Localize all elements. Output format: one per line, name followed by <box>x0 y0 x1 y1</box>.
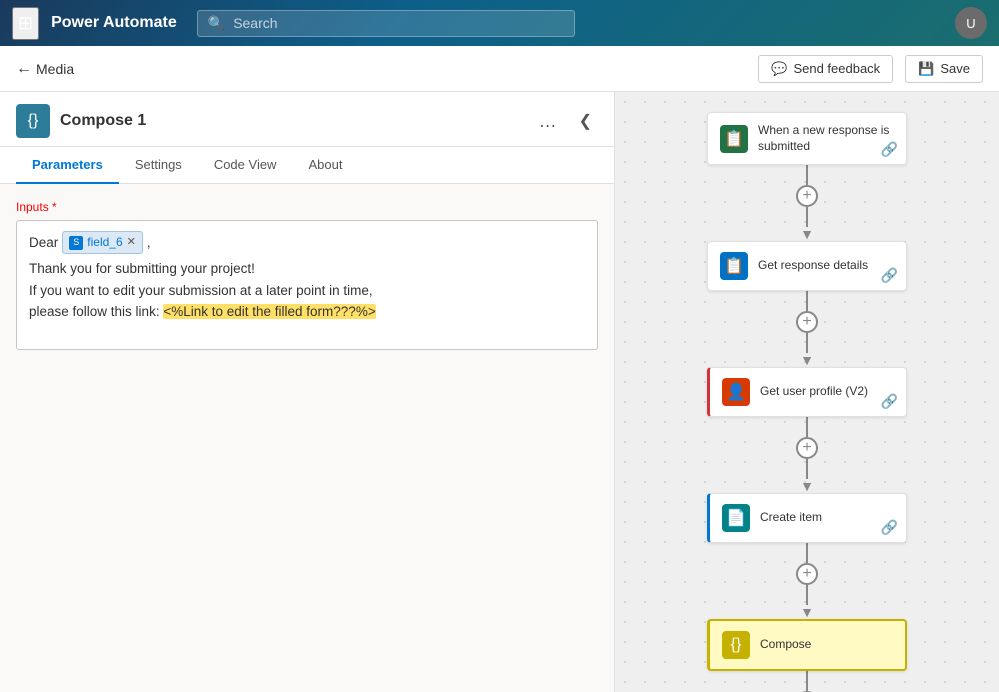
compose-icon: {} <box>16 104 50 138</box>
save-icon: 💾 <box>918 61 934 77</box>
sharepoint-icon: 📄 <box>722 504 750 532</box>
flow-line <box>806 165 808 185</box>
tab-about[interactable]: About <box>292 147 358 184</box>
compose-line3: If you want to edit your submission at a… <box>29 280 585 302</box>
add-step-button-1[interactable]: + <box>796 185 818 207</box>
flow-line <box>806 417 808 437</box>
node-get-response-label: Get response details <box>758 258 894 274</box>
flow-node-create-item[interactable]: 📄 Create item 🔗 <box>707 493 907 543</box>
tab-settings[interactable]: Settings <box>119 147 198 184</box>
collapse-button[interactable]: ❮ <box>573 109 598 133</box>
add-step-button-2[interactable]: + <box>796 311 818 333</box>
flow-canvas: 📋 When a new response is submitted 🔗 + ▼… <box>615 92 999 692</box>
connector-2: + ▼ <box>796 291 818 367</box>
main-content: {} Compose 1 … ❮ Parameters Settings Cod… <box>0 92 999 692</box>
node-compose-label: Compose <box>760 637 893 653</box>
flow-line <box>806 459 808 479</box>
compose-input-box[interactable]: Dear S field_6 ✕ , Thank you for submitt… <box>16 220 598 350</box>
connector-4: + ▼ <box>796 543 818 619</box>
save-label: Save <box>940 61 970 76</box>
topnav: ⊞ Power Automate 🔍 U <box>0 0 999 46</box>
app-title: Power Automate <box>51 14 177 32</box>
flow-line <box>806 543 808 563</box>
flow-node-compose[interactable]: {} Compose <box>707 619 907 671</box>
arrow-down-icon: ▼ <box>800 227 814 241</box>
node-link-icon[interactable]: 🔗 <box>881 141 898 158</box>
office-icon: 👤 <box>722 378 750 406</box>
node-link-icon[interactable]: 🔗 <box>881 267 898 284</box>
compose-line4-highlight: <%Link to edit the filled form???%> <box>163 304 375 319</box>
azure-icon: 📋 <box>720 252 748 280</box>
flow-node-trigger[interactable]: 📋 When a new response is submitted 🔗 <box>707 112 907 165</box>
node-create-item-label: Create item <box>760 510 894 526</box>
panel-body: Inputs * Dear S field_6 ✕ , Thank you fo… <box>0 184 614 692</box>
send-feedback-button[interactable]: 💬 Send feedback <box>758 55 893 83</box>
feedback-label: Send feedback <box>793 61 880 76</box>
node-trigger-label: When a new response is submitted <box>758 123 894 154</box>
compose-line4-prefix: please follow this link: <box>29 304 163 319</box>
breadcrumb: Media <box>36 61 74 77</box>
node-get-user-label: Get user profile (V2) <box>760 384 894 400</box>
arrow-down-icon: ▼ <box>800 605 814 619</box>
dear-text: Dear <box>29 232 58 254</box>
node-link-icon[interactable]: 🔗 <box>881 519 898 536</box>
flow-node-get-user[interactable]: 👤 Get user profile (V2) 🔗 <box>707 367 907 417</box>
panel-header: {} Compose 1 … ❮ <box>0 92 614 147</box>
grid-icon[interactable]: ⊞ <box>12 7 39 40</box>
connector-3: + ▼ <box>796 417 818 493</box>
node-link-icon[interactable]: 🔗 <box>881 393 898 410</box>
flow-line <box>806 585 808 605</box>
tab-parameters[interactable]: Parameters <box>16 147 119 184</box>
flow-node-get-response[interactable]: 📋 Get response details 🔗 <box>707 241 907 291</box>
secondbar: ← Media 💬 Send feedback 💾 Save <box>0 46 999 92</box>
flow-line <box>806 333 808 353</box>
left-panel: {} Compose 1 … ❮ Parameters Settings Cod… <box>0 92 615 692</box>
comma-text: , <box>147 232 151 254</box>
more-options-button[interactable]: … <box>533 109 563 134</box>
avatar[interactable]: U <box>955 7 987 39</box>
add-step-button-4[interactable]: + <box>796 563 818 585</box>
back-button[interactable]: ← Media <box>16 60 74 78</box>
search-input[interactable] <box>233 15 564 31</box>
compose-line4: please follow this link: <%Link to edit … <box>29 301 585 323</box>
token-icon: S <box>69 236 83 250</box>
tab-code-view[interactable]: Code View <box>198 147 293 184</box>
arrow-down-icon: ▼ <box>800 479 814 493</box>
token-label: field_6 <box>87 233 122 252</box>
arrow-down-icon: ▼ <box>800 353 814 367</box>
connector-1: + ▼ <box>796 165 818 241</box>
tabs-bar: Parameters Settings Code View About <box>0 147 614 184</box>
panel-title: Compose 1 <box>60 112 523 130</box>
token-field6[interactable]: S field_6 ✕ <box>62 231 143 254</box>
back-arrow-icon: ← <box>16 60 32 78</box>
feedback-icon: 💬 <box>771 61 787 77</box>
flow-line <box>806 671 808 691</box>
token-close-button[interactable]: ✕ <box>127 234 136 252</box>
flow-line <box>806 291 808 311</box>
compose-line1: Dear S field_6 ✕ , <box>29 231 585 254</box>
search-bar[interactable]: 🔍 <box>197 10 575 37</box>
compose-flow-icon: {} <box>722 631 750 659</box>
save-button[interactable]: 💾 Save <box>905 55 983 83</box>
add-step-button-3[interactable]: + <box>796 437 818 459</box>
connector-5: + ▼ <box>796 671 818 692</box>
compose-line2: Thank you for submitting your project! <box>29 258 585 280</box>
forms-icon: 📋 <box>720 125 748 153</box>
search-icon: 🔍 <box>208 15 225 32</box>
flow-line <box>806 207 808 227</box>
inputs-label: Inputs * <box>16 200 598 214</box>
